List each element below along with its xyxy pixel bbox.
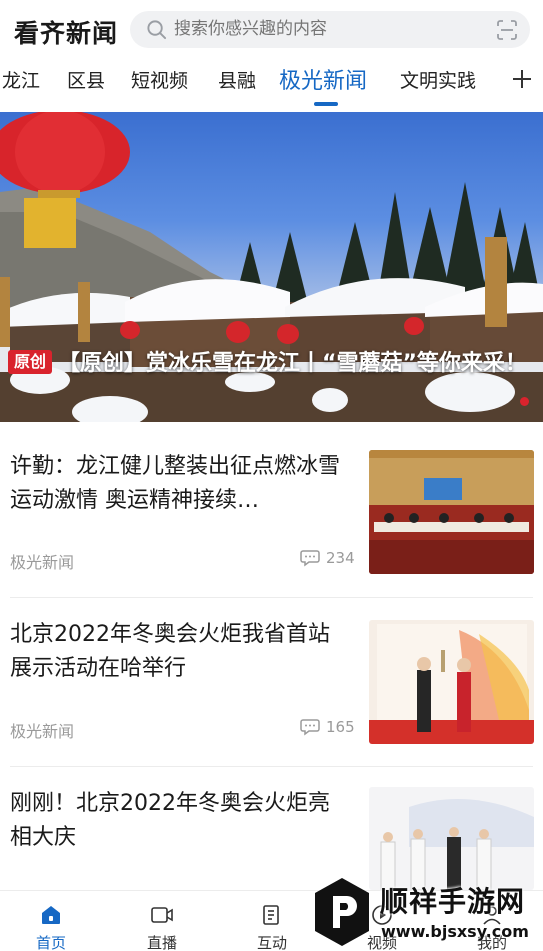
home-icon [42, 906, 60, 924]
search-bar[interactable] [130, 11, 530, 48]
tab-district[interactable]: 区县 [67, 66, 105, 93]
tab-county-media[interactable]: 县融 [218, 66, 256, 93]
app-logo: 看齐新闻 [14, 19, 119, 48]
comment-count: 165 [300, 718, 355, 736]
nav-live[interactable]: 直播 [122, 891, 202, 951]
channel-tabs: 龙江 区县 短视频 县融 极光新闻 文明实践 [0, 60, 543, 112]
nav-label: 直播 [146, 934, 177, 951]
news-title[interactable]: 刚刚！北京2022年冬奥会火炬亮相大庆 [10, 787, 350, 855]
hero-title: 【原创】赏冰乐雪在龙江丨“雪蘑菇”等你来采！ [58, 351, 527, 376]
tab-civilization-practice[interactable]: 文明实践 [400, 66, 476, 93]
nav-home[interactable]: 首页 [11, 891, 91, 951]
tab-aurora-news[interactable]: 极光新闻 [279, 63, 367, 95]
nav-label: 互动 [256, 934, 287, 951]
news-source: 极光新闻 [10, 722, 75, 741]
interact-icon [263, 905, 279, 925]
news-item[interactable]: 许勤：龙江健儿整装出征点燃冰雪运动激情 奥运精神接续… 极光新闻 234 [0, 422, 543, 597]
plus-icon[interactable] [511, 68, 533, 90]
search-input[interactable] [174, 19, 474, 39]
search-icon [147, 20, 167, 40]
news-title[interactable]: 许勤：龙江健儿整装出征点燃冰雪运动激情 奥运精神接续… [10, 450, 350, 518]
comment-count-value: 234 [326, 549, 355, 567]
carousel-indicator [520, 397, 529, 406]
active-tab-indicator [314, 102, 338, 106]
scan-icon[interactable] [496, 19, 518, 41]
original-badge: 原创 [8, 350, 53, 374]
site-watermark: 顺祥手游网 www.bjsxsy.com [305, 872, 543, 951]
comment-icon [300, 719, 320, 736]
comment-count-value: 165 [326, 718, 355, 736]
app-header: 看齐新闻 [0, 0, 543, 60]
news-title[interactable]: 北京2022年冬奥会火炬我省首站展示活动在哈举行 [10, 618, 350, 686]
nav-interact[interactable]: 互动 [232, 891, 312, 951]
nav-label: 首页 [35, 934, 66, 951]
news-source: 极光新闻 [10, 553, 75, 572]
watermark-url: www.bjsxsy.com [381, 922, 529, 941]
news-thumbnail [369, 450, 534, 574]
hero-caption[interactable]: 原创 【原创】赏冰乐雪在龙江丨“雪蘑菇”等你来采！ [8, 348, 536, 380]
comment-count: 234 [300, 549, 355, 567]
news-item[interactable]: 北京2022年冬奥会火炬我省首站展示活动在哈举行 极光新闻 165 [0, 598, 543, 766]
comment-icon [300, 550, 320, 567]
news-thumbnail [369, 620, 534, 744]
tab-short-video[interactable]: 短视频 [131, 66, 188, 93]
hero-banner[interactable]: 原创 【原创】赏冰乐雪在龙江丨“雪蘑菇”等你来采！ [0, 112, 543, 422]
live-icon [151, 907, 173, 923]
watermark-logo-icon [315, 878, 369, 946]
tab-longjiang[interactable]: 龙江 [2, 66, 40, 93]
watermark-text: 顺祥手游网 [380, 885, 526, 918]
